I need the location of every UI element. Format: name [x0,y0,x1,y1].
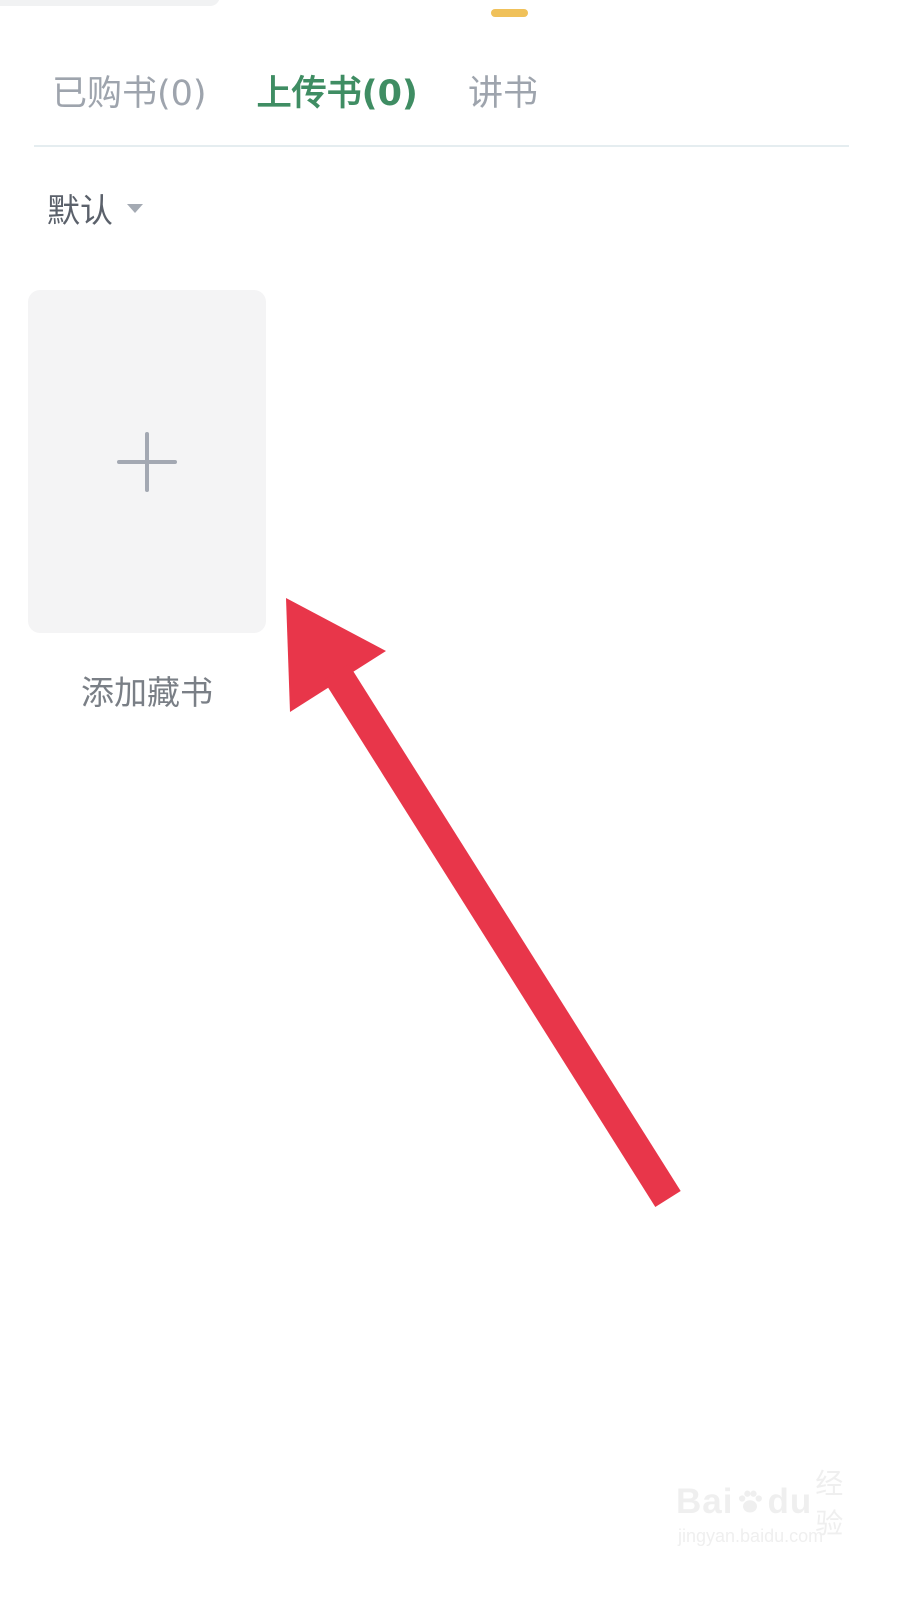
paw-icon [739,1490,763,1513]
watermark-logo: Bai du 经验 [676,1467,866,1540]
annotation-arrow [286,598,681,1207]
baidu-jingyan-watermark: Bai du 经验 jingyan.baidu.com [676,1467,866,1554]
watermark-url: jingyan.baidu.com [678,1526,824,1546]
annotation-arrow-shaft [323,664,681,1207]
watermark-logo-right: du [767,1482,813,1521]
watermark-logo-left: Bai [676,1482,734,1521]
